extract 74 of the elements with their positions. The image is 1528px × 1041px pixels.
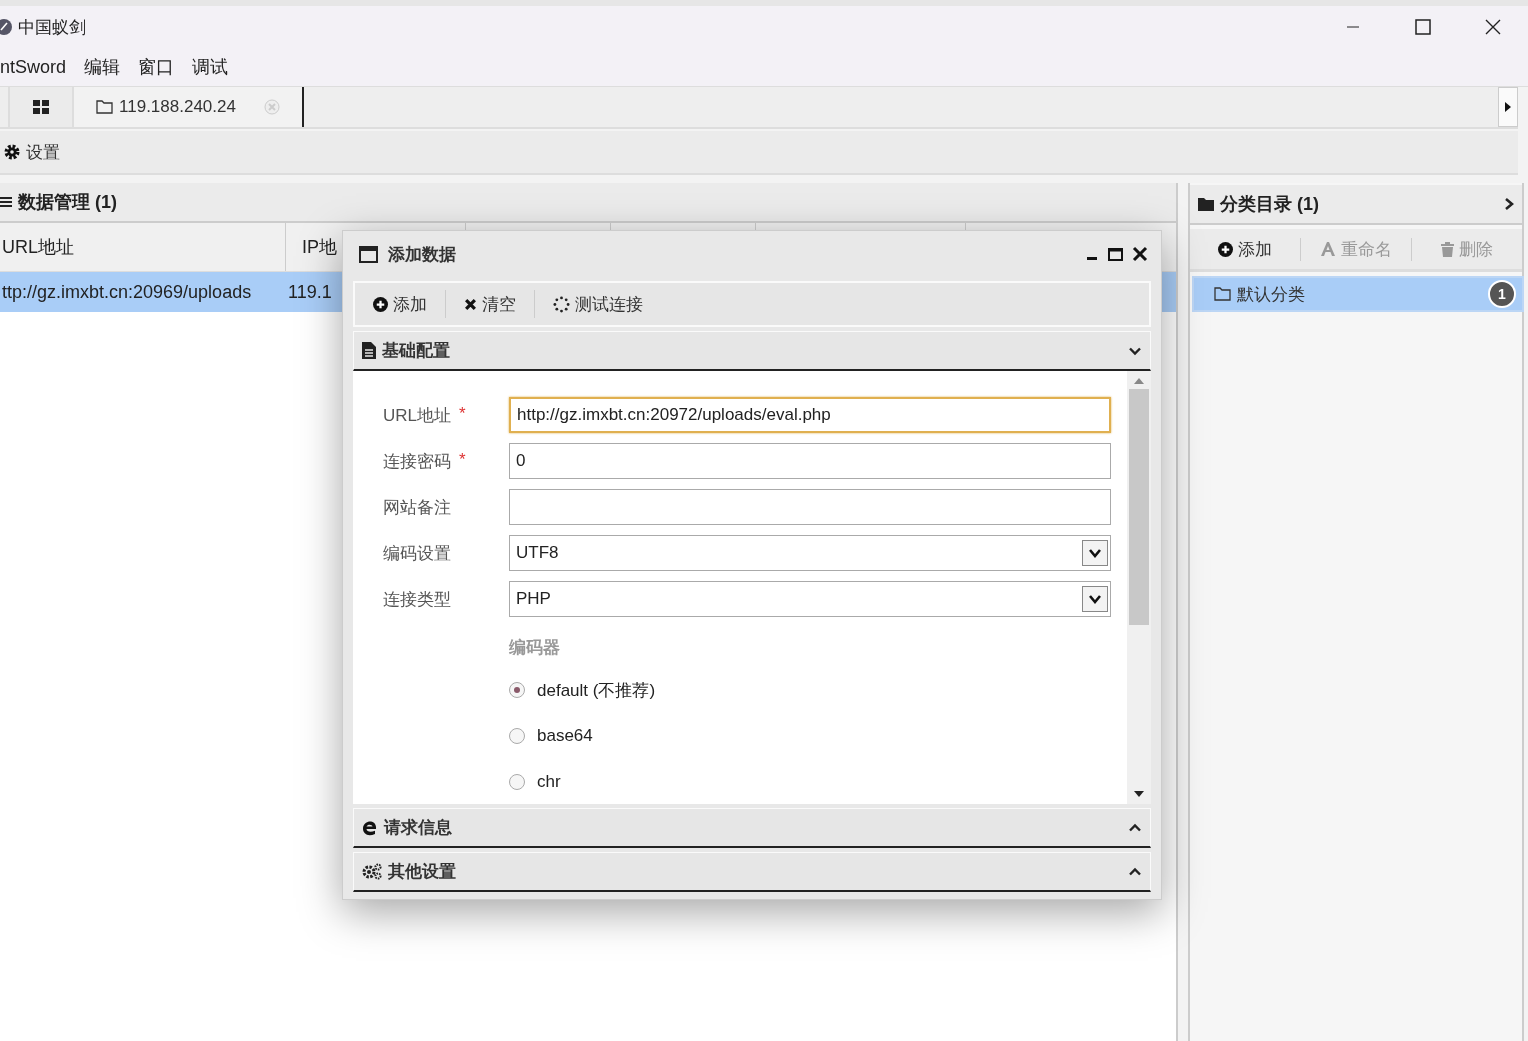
- input-field[interactable]: http://gz.imxbt.cn:20972/uploads/eval.php: [509, 397, 1111, 433]
- gears-icon: [362, 863, 382, 880]
- window-icon: [359, 245, 378, 263]
- field-label: 连接密码: [383, 450, 451, 473]
- field-label: 网站备注: [383, 496, 451, 519]
- menu-item[interactable]: 编辑: [84, 55, 121, 79]
- required-mark: *: [459, 449, 466, 471]
- caret-icon: [1089, 548, 1101, 558]
- radio-option[interactable]: chr: [509, 759, 561, 804]
- app-logo-icon: [0, 19, 12, 35]
- close-icon: [1485, 19, 1501, 35]
- host-tab[interactable]: 119.188.240.24: [74, 87, 304, 127]
- e-logo-icon: [362, 819, 378, 836]
- add-button[interactable]: 添加: [1190, 237, 1301, 261]
- column-header[interactable]: URL地址: [0, 223, 286, 271]
- test-button[interactable]: 测试连接: [535, 290, 661, 318]
- maximize-icon: [1415, 19, 1431, 35]
- count-badge: 1: [1488, 280, 1516, 308]
- folder-icon: [96, 100, 114, 114]
- dropdown-field[interactable]: UTF8: [509, 535, 1111, 571]
- close-icon: [1131, 245, 1149, 263]
- close-button[interactable]: [1131, 245, 1149, 263]
- radio-button[interactable]: [509, 774, 525, 790]
- settings-button[interactable]: 设置: [0, 140, 64, 164]
- tab-scroll-button[interactable]: [1498, 87, 1518, 127]
- add-button[interactable]: 添加: [355, 290, 446, 318]
- scrollbar-thumb[interactable]: [1129, 389, 1149, 625]
- scroll-down-icon[interactable]: [1134, 790, 1144, 798]
- section-header[interactable]: 请求信息: [353, 808, 1151, 848]
- menu-item[interactable]: ntSword: [0, 56, 67, 78]
- panel-title: 分类目录 (1): [1220, 193, 1319, 216]
- document-icon: [362, 342, 376, 359]
- field-label: 连接类型: [383, 588, 451, 611]
- plus-circle-icon: [373, 296, 388, 312]
- spinner-icon: [553, 295, 570, 313]
- section-header[interactable]: 基础配置: [353, 331, 1151, 371]
- section-header[interactable]: 其他设置: [353, 852, 1151, 892]
- input-field[interactable]: [509, 489, 1111, 525]
- trash-icon: [1441, 241, 1454, 257]
- field-label: 编码设置: [383, 542, 451, 565]
- encoder-label: 编码器: [509, 636, 561, 659]
- required-mark: *: [459, 403, 466, 425]
- menu-item[interactable]: 窗口: [138, 55, 175, 79]
- dropdown-field[interactable]: PHP: [509, 581, 1111, 617]
- caret-icon: [1089, 594, 1101, 604]
- home-tab[interactable]: [8, 87, 74, 127]
- dialog-title: 添加数据: [388, 243, 456, 266]
- table-cell-text: ttp://gz.imxbt.cn:20969/uploads: [1, 280, 253, 304]
- radio-option[interactable]: default (不推荐): [509, 667, 656, 713]
- folder-icon: [1198, 197, 1214, 211]
- scroll-up-icon[interactable]: [1134, 377, 1144, 385]
- menu-item[interactable]: 调试: [192, 55, 229, 79]
- panel-title: 数据管理 (1): [18, 191, 117, 214]
- settings-icon: [4, 144, 20, 160]
- radio-option[interactable]: base64: [509, 713, 593, 759]
- folder-icon: [1214, 287, 1231, 301]
- caret-right-icon: [1505, 102, 1511, 112]
- table-cell-text: 119.1: [287, 280, 333, 304]
- category-item[interactable]: 默认分类 1: [1192, 276, 1524, 312]
- minimize-icon: [1087, 257, 1097, 260]
- field-label: URL地址: [383, 404, 451, 427]
- chevron-right-icon[interactable]: [1504, 197, 1514, 211]
- grid-icon: [33, 100, 49, 114]
- maximize-icon: [1107, 245, 1125, 263]
- radio-button[interactable]: [509, 682, 525, 698]
- input-field[interactable]: 0: [509, 443, 1111, 479]
- letter-a-icon: [1320, 241, 1336, 257]
- window-title: 中国蚁剑: [18, 16, 86, 39]
- clear-button[interactable]: 清空: [446, 290, 535, 318]
- radio-button[interactable]: [509, 728, 525, 744]
- plus-circle-icon: [1218, 241, 1233, 257]
- menu-icon: [0, 196, 12, 208]
- maximize-button[interactable]: [1107, 245, 1125, 263]
- close-icon: [464, 297, 477, 311]
